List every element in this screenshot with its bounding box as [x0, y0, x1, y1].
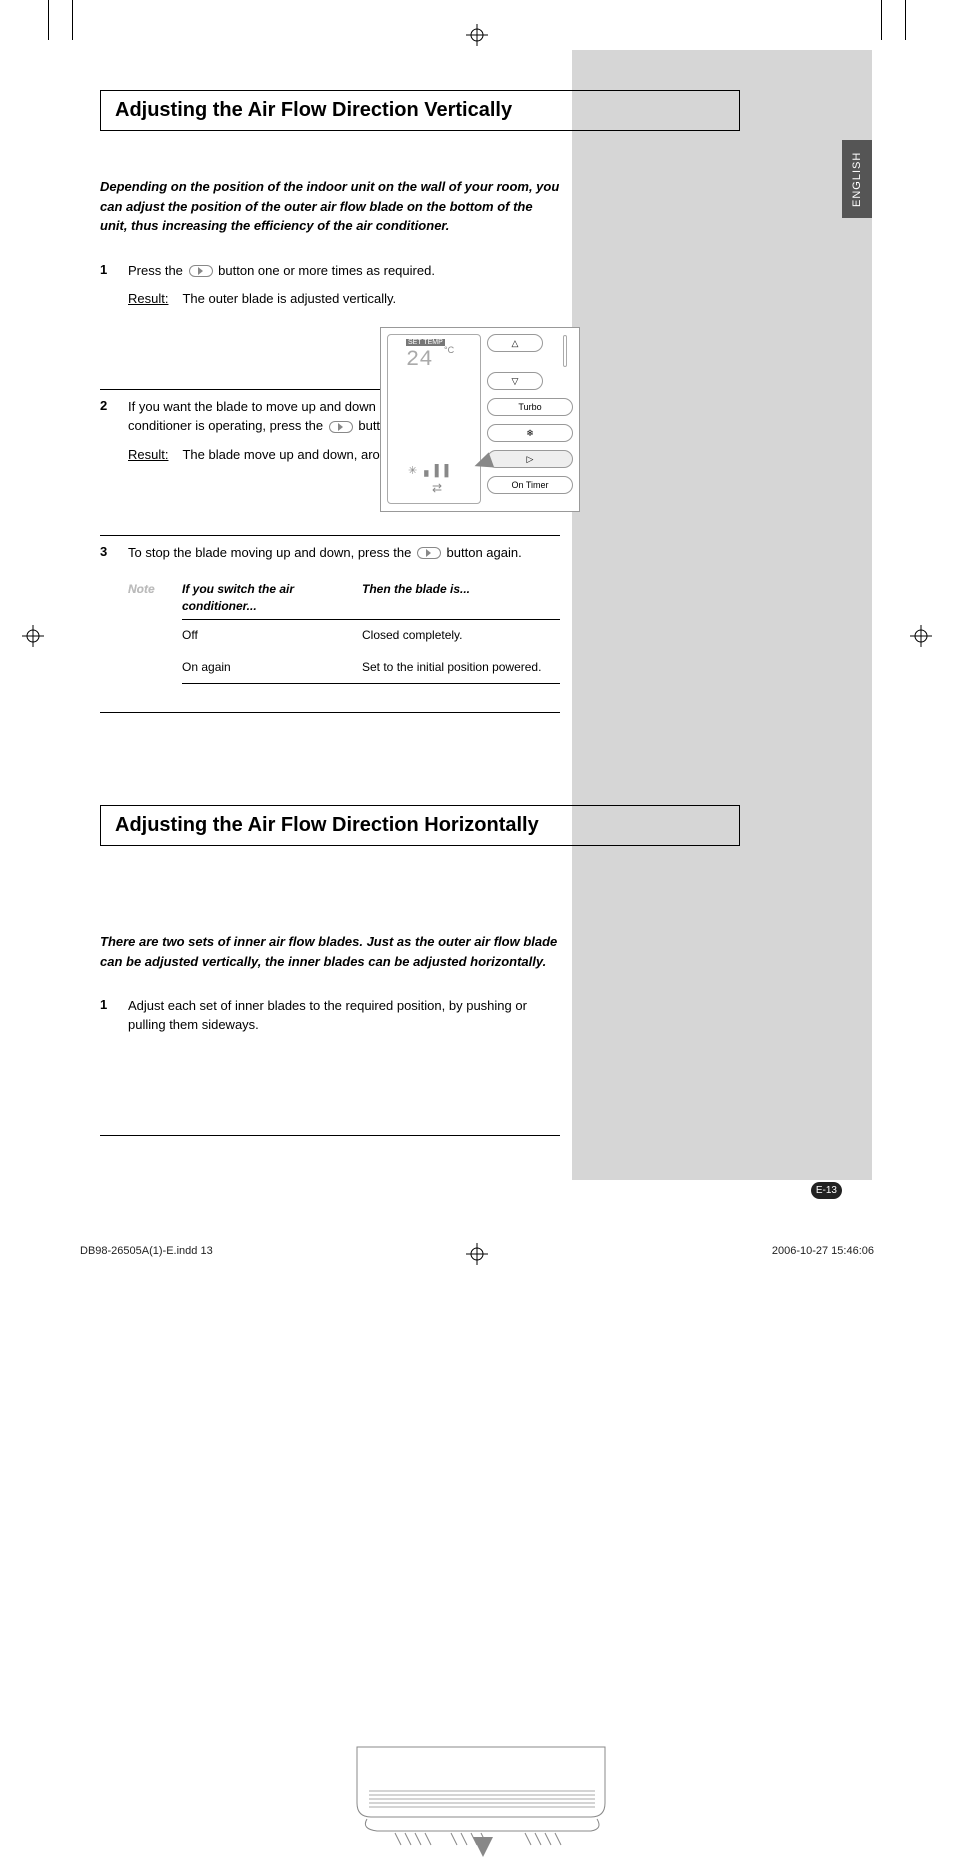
crop-mark	[48, 0, 49, 40]
step1-text-after: button one or more times as required.	[218, 263, 435, 278]
section2-step-1: 1 Adjust each set of inner blades to the…	[100, 989, 560, 1136]
page-number: E-13	[811, 1182, 842, 1199]
note-cell: Set to the initial position powered.	[362, 659, 560, 676]
step-number: 2	[100, 398, 128, 525]
mode-icons: ✳ ▖▌▌	[408, 464, 454, 477]
remote-control-illustration: SET TEMP 24 °C ✳ ▖▌▌ ⇄ △ ▽ Turbo ❄ ▷ On …	[380, 327, 580, 512]
footer: DB98-26505A(1)-E.indd 13 2006-10-27 15:4…	[80, 1245, 874, 1257]
temp-down-button: ▽	[487, 372, 543, 390]
section1-intro: Depending on the position of the indoor …	[100, 177, 560, 236]
language-tab: ENGLISH	[842, 140, 872, 218]
footer-filename: DB98-26505A(1)-E.indd 13	[80, 1245, 213, 1257]
note-cell: Closed completely.	[362, 627, 560, 644]
swing-button-icon	[189, 265, 213, 277]
set-temp-label: SET TEMP	[406, 339, 445, 346]
crop-mark	[72, 0, 73, 40]
result-text: The outer blade is adjusted vertically.	[182, 290, 396, 309]
swing-button-icon	[417, 547, 441, 559]
section-heading-vertical: Adjusting the Air Flow Direction Vertica…	[100, 90, 740, 131]
result-label: Result:	[128, 446, 168, 465]
result-label: Result:	[128, 290, 168, 309]
registration-mark-icon	[466, 24, 488, 46]
note-table-head2: Then the blade is...	[362, 581, 560, 616]
temperature-value: 24	[406, 347, 432, 372]
note-table: If you switch the air conditioner... The…	[182, 581, 560, 685]
step-3: 3 To stop the blade moving up and down, …	[100, 535, 560, 713]
turbo-button: Turbo	[487, 398, 573, 416]
step1-text-before: Press the	[128, 263, 187, 278]
section2-intro: There are two sets of inner air flow bla…	[100, 932, 560, 971]
step-number: 1	[100, 997, 128, 1045]
step3-text-before: To stop the blade moving up and down, pr…	[128, 545, 415, 560]
step3-text-after: button again.	[447, 545, 522, 560]
temp-up-button: △	[487, 334, 543, 352]
crop-mark	[905, 0, 906, 40]
swing-button-icon	[329, 421, 353, 433]
footer-timestamp: 2006-10-27 15:46:06	[772, 1245, 874, 1257]
mode-button: ❄	[487, 424, 573, 442]
crop-mark	[881, 0, 882, 40]
registration-mark-icon	[910, 625, 932, 647]
note-label: Note	[128, 581, 168, 685]
section2-step1-text: Adjust each set of inner blades to the r…	[128, 997, 560, 1035]
step-number: 1	[100, 262, 128, 380]
on-timer-button: On Timer	[487, 476, 573, 494]
page-content: Adjusting the Air Flow Direction Vertica…	[100, 90, 854, 1136]
thermometer-icon	[563, 335, 567, 367]
registration-mark-icon	[22, 625, 44, 647]
step-number: 3	[100, 544, 128, 684]
note-table-head1: If you switch the air conditioner...	[182, 581, 362, 616]
note-cell: On again	[182, 659, 362, 676]
indoor-unit-illustration	[354, 1744, 606, 1874]
swing-button-highlighted: ▷	[487, 450, 573, 468]
swing-indicator-icon: ⇄	[432, 481, 442, 495]
temperature-unit: °C	[444, 345, 454, 355]
note-cell: Off	[182, 627, 362, 644]
section-heading-horizontal: Adjusting the Air Flow Direction Horizon…	[100, 805, 740, 846]
